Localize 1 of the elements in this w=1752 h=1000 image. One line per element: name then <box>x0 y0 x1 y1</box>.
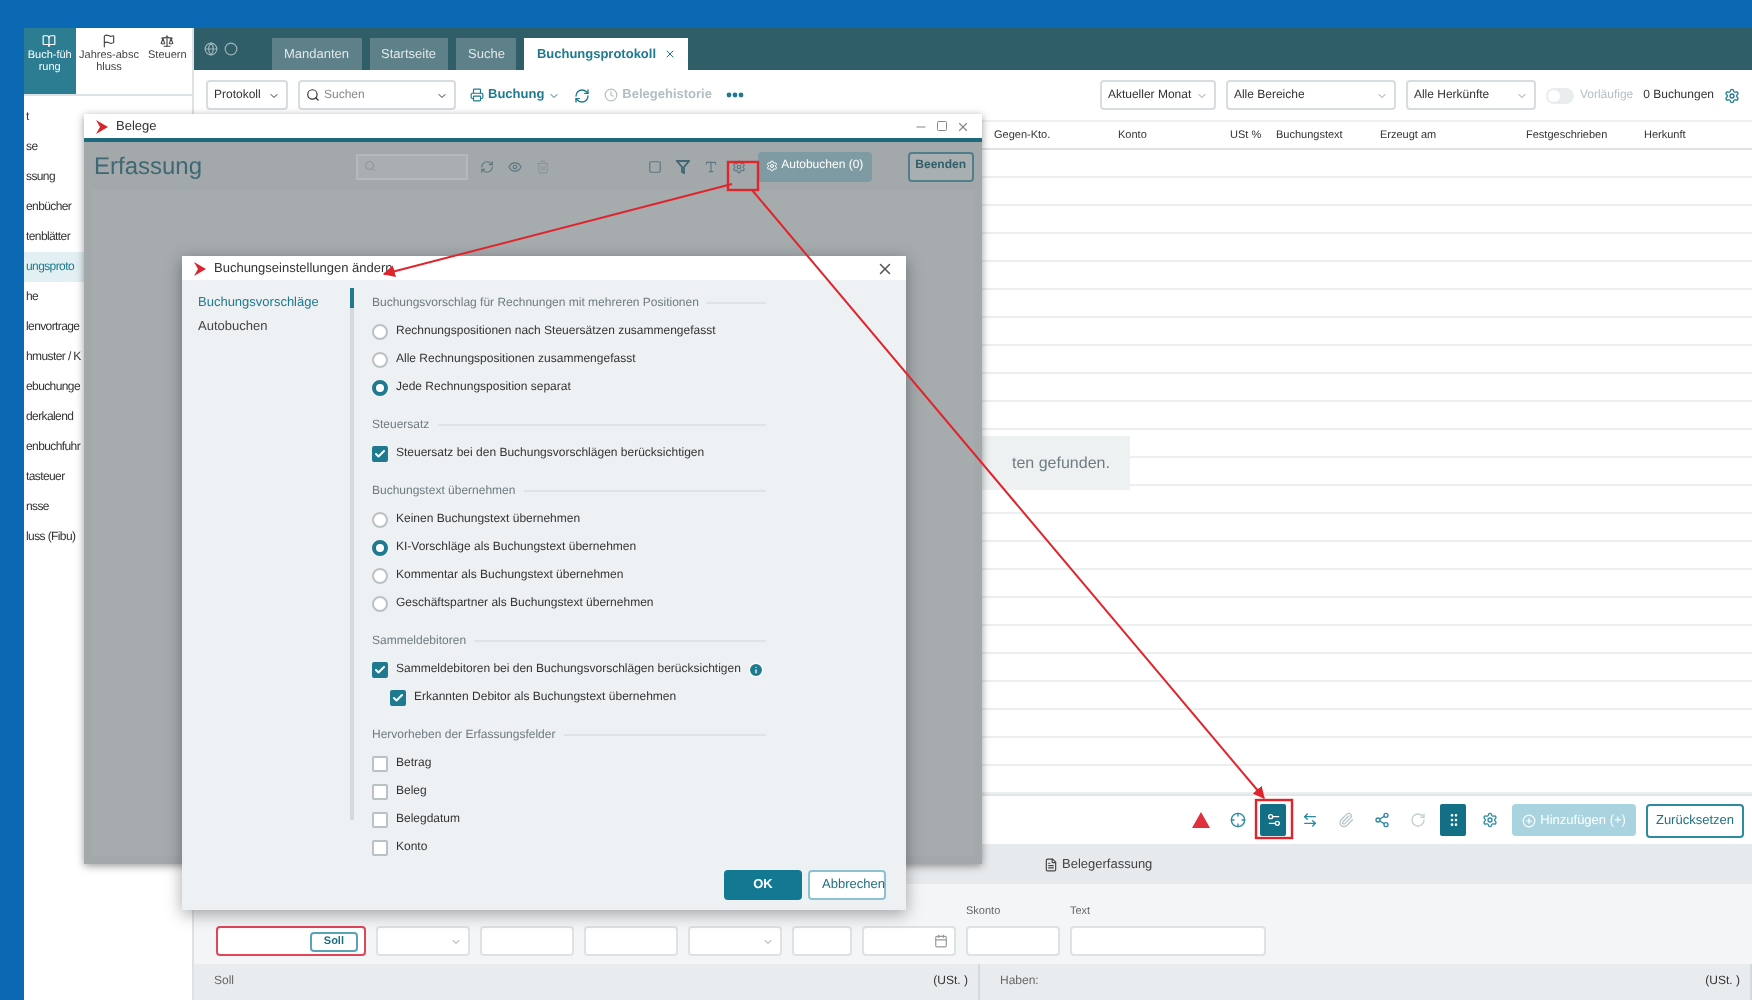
window-heading: Erfassung <box>94 152 205 180</box>
